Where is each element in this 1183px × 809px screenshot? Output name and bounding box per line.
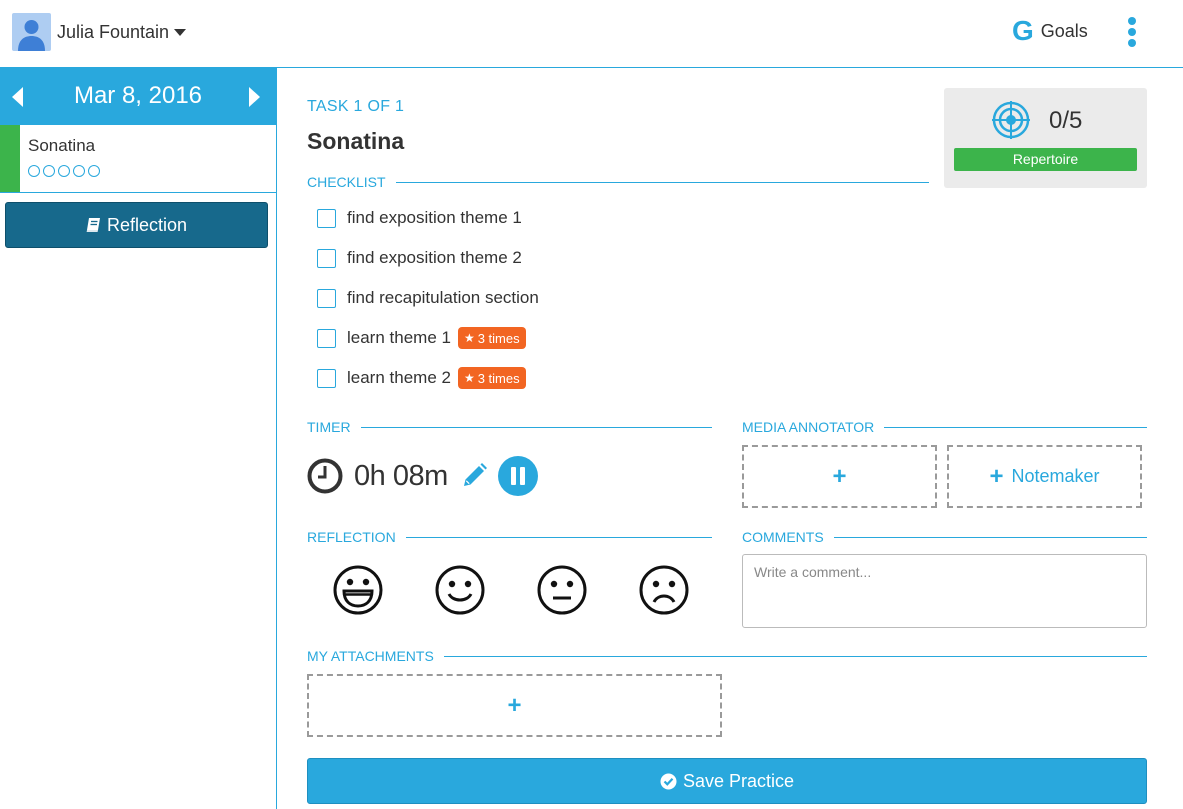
top-header: Julia Fountain G Goals: [0, 0, 1183, 68]
checklist-item[interactable]: find exposition theme 2: [317, 248, 522, 268]
reflection-heading-label: REFLECTION: [307, 529, 396, 545]
caret-down-icon: [174, 28, 187, 36]
goals-link[interactable]: G Goals: [1012, 16, 1088, 46]
media-annotator-heading: MEDIA ANNOTATOR: [742, 419, 1147, 435]
repeat-badge-label: 3 times: [477, 330, 520, 346]
pause-bar: [519, 467, 525, 485]
checklist-item-label: learn theme 2: [347, 368, 451, 387]
goal-category-badge: Repertoire: [954, 148, 1137, 171]
task-status-bar: [0, 125, 20, 192]
user-menu[interactable]: Julia Fountain: [12, 13, 187, 51]
checklist-heading: CHECKLIST: [307, 174, 929, 190]
checklist-item-label: find exposition theme 2: [347, 248, 522, 267]
checkbox[interactable]: [317, 328, 336, 348]
comments-heading-label: COMMENTS: [742, 529, 824, 545]
checklist-item-label: find exposition theme 1: [347, 208, 522, 227]
book-icon: [86, 218, 100, 232]
timer-heading-label: TIMER: [307, 419, 351, 435]
neutral-face-icon[interactable]: [536, 564, 588, 616]
progress-dot-icon: [28, 165, 40, 177]
checkbox[interactable]: [317, 208, 336, 228]
reflection-button-label: Reflection: [106, 214, 188, 235]
clock-icon: [307, 458, 343, 494]
progress-dot-icon: [58, 165, 70, 177]
task-progress-dots: [28, 165, 100, 177]
checklist-item[interactable]: find recapitulation section: [317, 288, 539, 308]
divider: [884, 426, 1147, 428]
divider: [360, 426, 712, 428]
plus-icon: +: [989, 462, 1004, 490]
reflection-button[interactable]: Reflection: [5, 202, 268, 248]
task-counter: TASK 1 OF 1: [307, 98, 405, 115]
progress-dot-icon: [43, 165, 55, 177]
save-practice-button[interactable]: Save Practice: [307, 758, 1147, 804]
comments-heading: COMMENTS: [742, 529, 1147, 545]
checklist-heading-label: CHECKLIST: [307, 174, 386, 190]
current-date: Mar 8, 2016: [73, 82, 203, 109]
sidebar: Mar 8, 2016 Sonatina Reflection: [0, 68, 277, 809]
checklist-item[interactable]: find exposition theme 1: [317, 208, 522, 228]
notemaker-label: Notemaker: [1011, 466, 1100, 486]
sidebar-task-name: Sonatina: [28, 136, 96, 155]
avatar: [12, 13, 51, 51]
pause-bar: [510, 467, 516, 485]
date-navigator: Mar 8, 2016: [0, 68, 276, 125]
divider: [395, 181, 929, 183]
repeat-badge-label: 3 times: [477, 370, 520, 386]
checklist-item[interactable]: learn theme 1 ★ 3 times: [317, 327, 526, 349]
star-icon: ★: [463, 331, 475, 345]
attachments-heading-label: MY ATTACHMENTS: [307, 648, 434, 664]
star-icon: ★: [463, 371, 475, 385]
add-media-button[interactable]: +: [742, 445, 937, 508]
main-panel: TASK 1 OF 1 Sonatina 0/5 Repertoire CHEC…: [307, 68, 1147, 809]
media-annotator-heading-label: MEDIA ANNOTATOR: [742, 419, 875, 435]
divider: [443, 655, 1147, 657]
timer-value: 0h 08m: [354, 459, 448, 492]
checkbox[interactable]: [317, 248, 336, 268]
progress-dot-icon: [88, 165, 100, 177]
progress-dot-icon: [73, 165, 85, 177]
notemaker-button[interactable]: + Notemaker: [947, 445, 1142, 508]
repeat-badge: ★ 3 times: [457, 367, 526, 389]
target-icon: [992, 101, 1030, 139]
goals-label: Goals: [1040, 20, 1088, 41]
reflection-heading: REFLECTION: [307, 529, 712, 545]
checklist-item-label: learn theme 1: [347, 328, 451, 347]
repeat-badge: ★ 3 times: [457, 327, 526, 349]
next-date-icon[interactable]: [249, 87, 260, 107]
user-name: Julia Fountain: [57, 21, 170, 42]
add-attachment-button[interactable]: +: [307, 674, 722, 737]
goals-g-icon: G: [1012, 15, 1034, 46]
divider: [833, 536, 1147, 538]
checkbox[interactable]: [317, 368, 336, 388]
checkbox[interactable]: [317, 288, 336, 308]
sad-face-icon[interactable]: [638, 564, 690, 616]
checklist-item-label: find recapitulation section: [347, 288, 539, 307]
timer: 0h 08m: [307, 456, 538, 496]
very-happy-face-icon[interactable]: [332, 564, 384, 616]
sidebar-task-item[interactable]: Sonatina: [0, 125, 276, 193]
task-title: Sonatina: [307, 128, 405, 154]
divider: [405, 536, 712, 538]
goal-count: 0/5: [1049, 107, 1083, 134]
attachments-heading: MY ATTACHMENTS: [307, 648, 1147, 664]
checklist-item[interactable]: learn theme 2 ★ 3 times: [317, 367, 526, 389]
happy-face-icon[interactable]: [434, 564, 486, 616]
plus-icon: +: [832, 462, 847, 490]
timer-heading: TIMER: [307, 419, 712, 435]
comment-input[interactable]: [742, 554, 1147, 628]
pause-button[interactable]: [497, 456, 538, 496]
reflection-faces: [332, 564, 740, 616]
plus-icon: +: [507, 691, 522, 719]
check-circle-icon: [660, 773, 677, 789]
kebab-menu-icon[interactable]: [1124, 17, 1140, 47]
goal-card[interactable]: 0/5 Repertoire: [944, 88, 1147, 188]
pencil-icon[interactable]: [460, 462, 488, 490]
save-practice-label: Save Practice: [682, 770, 795, 791]
